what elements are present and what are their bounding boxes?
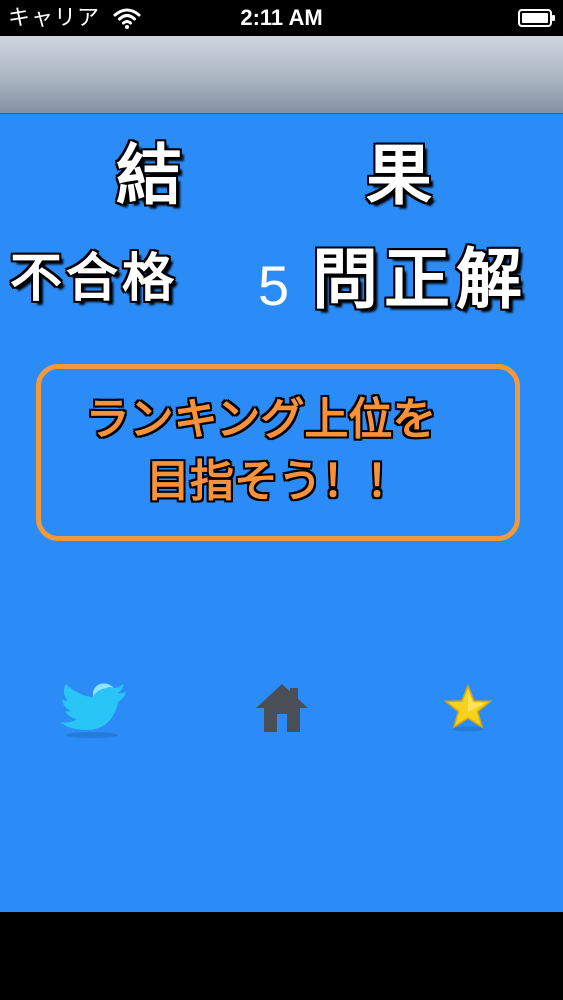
result-title-left: 結 (116, 137, 182, 214)
battery-icon (518, 9, 555, 27)
ranking-message-line1: ランキング上位を (85, 394, 437, 445)
status-bar: キャリア 2:11 AM (0, 0, 563, 36)
judgement-label: 不合格 (10, 249, 179, 309)
result-screen: 結 果 不合格 5 問正解 ランキング上位を 目指そう！！ (0, 114, 563, 912)
correct-count: 5 (258, 254, 290, 317)
bottom-black-bar (0, 912, 563, 1000)
star-icon[interactable] (444, 684, 492, 732)
twitter-bird-icon[interactable] (56, 680, 130, 740)
result-title-right: 果 (366, 137, 432, 214)
home-icon[interactable] (254, 680, 310, 736)
correct-unit-label: 問正解 (312, 241, 528, 318)
status-time: 2:11 AM (240, 5, 323, 30)
ranking-message-box (36, 364, 520, 541)
ranking-message-line2: 目指そう！！ (146, 456, 410, 507)
navigation-bar (0, 36, 563, 114)
